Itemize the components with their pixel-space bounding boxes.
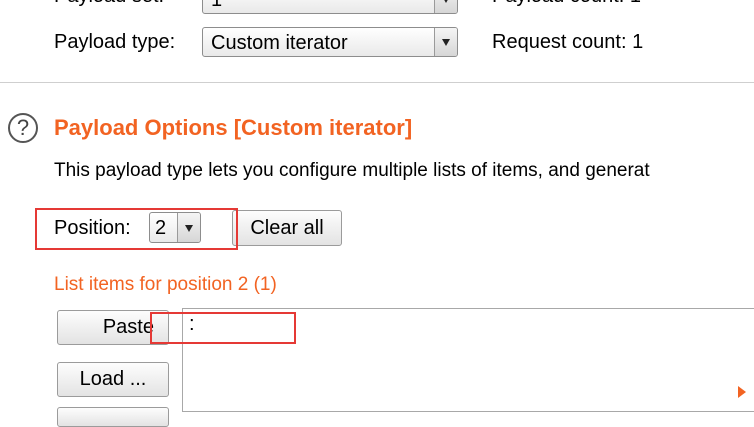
help-icon[interactable]: ?: [8, 113, 38, 143]
payload-type-label: Payload type:: [54, 31, 176, 53]
chevron-down-icon: [434, 0, 457, 13]
position-highlight-box: [35, 208, 238, 250]
section-description: This payload type lets you configure mul…: [54, 160, 650, 181]
remove-button[interactable]: [57, 407, 169, 427]
payload-set-label: Payload set:: [54, 0, 164, 8]
section-divider: [0, 82, 754, 83]
caret-right-icon: [738, 386, 746, 398]
list-items-heading: List items for position 2 (1): [54, 274, 277, 295]
request-count-label: Request count: 1: [492, 31, 644, 53]
payload-type-dropdown[interactable]: Custom iterator: [202, 27, 458, 57]
payload-type-value: Custom iterator: [211, 32, 348, 54]
list-item-highlight-box: [150, 312, 296, 344]
section-title: Payload Options [Custom iterator]: [54, 115, 413, 140]
load-button[interactable]: Load ...: [57, 362, 169, 397]
clear-all-button[interactable]: Clear all: [232, 210, 342, 246]
payload-set-dropdown[interactable]: 1: [202, 0, 458, 14]
payload-set-value: 1: [211, 0, 223, 11]
payload-count-label: Payload count: 1: [492, 0, 641, 8]
chevron-down-icon: [434, 28, 457, 56]
